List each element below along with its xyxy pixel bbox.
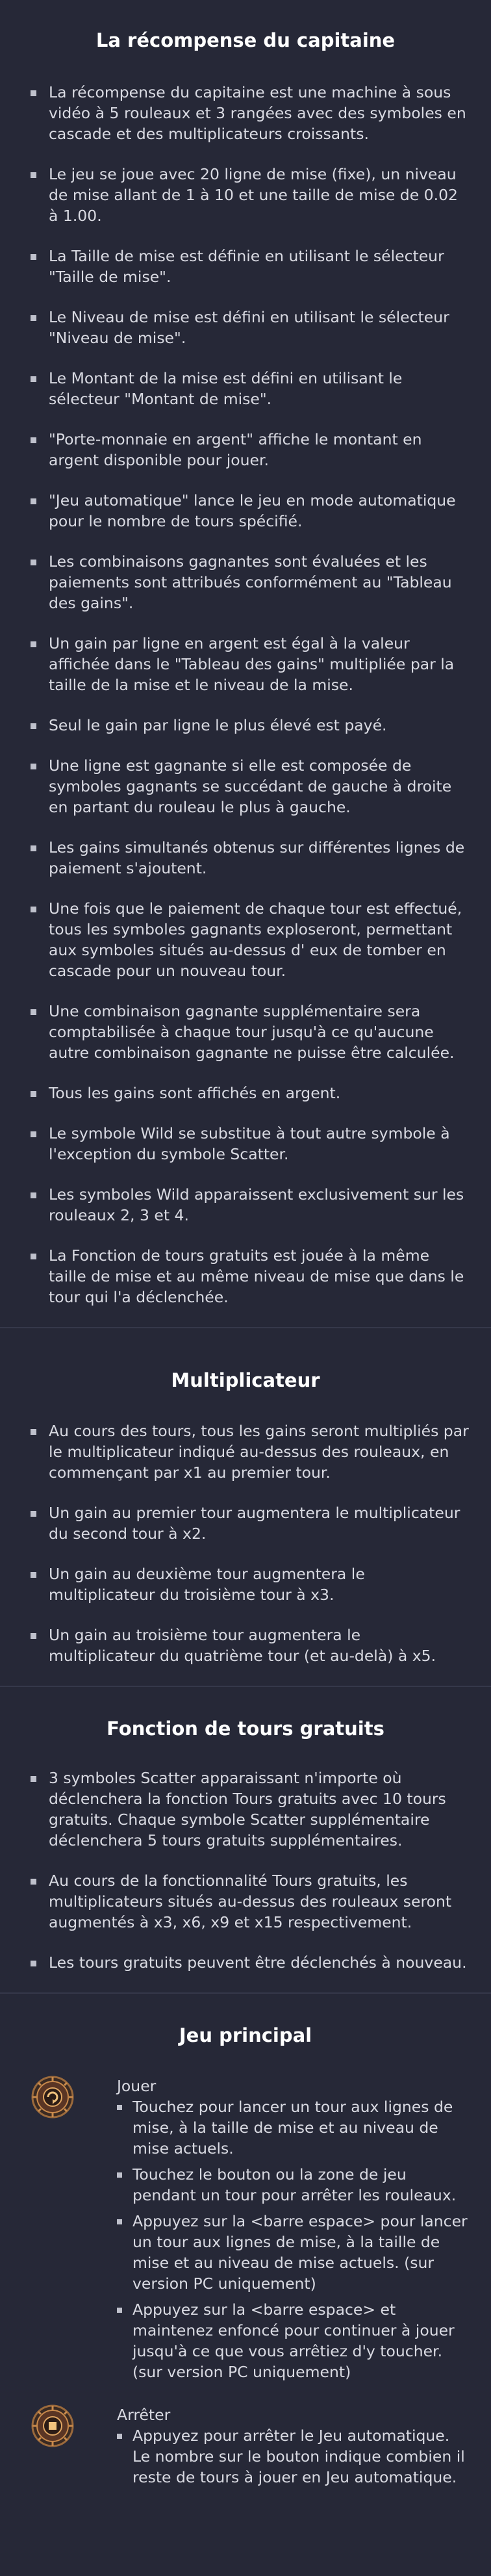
rule-item: Les tours gratuits peuvent être déclench… [0, 1952, 491, 1973]
rules-list: La récompense du capitaine est une machi… [0, 82, 491, 1307]
rules-list: 3 symboles Scatter apparaissant n'import… [0, 1768, 491, 1973]
rule-item: Appuyez sur la <barre espace> pour lance… [117, 2211, 472, 2294]
rule-item: La Fonction de tours gratuits est jouée … [0, 1245, 491, 1307]
feature-name: Jouer [117, 2077, 157, 2095]
rule-item: Les gains simultanés obtenus sur différe… [0, 837, 491, 879]
rule-item: Le Montant de la mise est défini en util… [0, 368, 491, 409]
section-multiplier: Multiplicateur Au cours des tours, tous … [0, 1328, 491, 1666]
rule-item: Le jeu se joue avec 20 ligne de mise (fi… [0, 164, 491, 226]
section-main-game: Jeu principal Jouer Touchez pour lancer … [0, 1994, 491, 2488]
feature-list: Touchez pour lancer un tour aux lignes d… [117, 2096, 472, 2382]
rule-item: Appuyez pour arrêter le Jeu automatique.… [117, 2425, 472, 2488]
rule-item: Tous les gains sont affichés en argent. [0, 1083, 491, 1103]
rule-item: Une combinaison gagnante supplémentaire … [0, 1001, 491, 1063]
section-title: Multiplicateur [171, 1369, 320, 1391]
rule-item: Touchez le bouton ou la zone de jeu pend… [117, 2164, 472, 2206]
feature-list: Appuyez pour arrêter le Jeu automatique.… [117, 2425, 472, 2488]
rule-item: Un gain par ligne en argent est égal à l… [0, 633, 491, 695]
rule-item: Au cours de la fonctionnalité Tours grat… [0, 1870, 491, 1933]
section-free-spins: Fonction de tours gratuits 3 symboles Sc… [0, 1687, 491, 1973]
rule-item: Une fois que le paiement de chaque tour … [0, 898, 491, 981]
rule-item: Le Niveau de mise est défini en utilisan… [0, 307, 491, 348]
spin-button-icon [31, 2076, 74, 2119]
rule-item: Appuyez sur la <barre espace> et mainten… [117, 2299, 472, 2382]
rule-item: Le symbole Wild se substitue à tout autr… [0, 1123, 491, 1165]
stop-button-icon [31, 2404, 74, 2447]
rule-item: La Taille de mise est définie en utilisa… [0, 246, 491, 287]
rule-item: 3 symboles Scatter apparaissant n'import… [0, 1768, 491, 1851]
rule-item: Les combinaisons gagnantes sont évaluées… [0, 551, 491, 613]
rule-item: Touchez pour lancer un tour aux lignes d… [117, 2096, 472, 2159]
rule-item: Une ligne est gagnante si elle est compo… [0, 755, 491, 818]
rule-item: Un gain au premier tour augmentera le mu… [0, 1502, 491, 1544]
rules-list: Au cours des tours, tous les gains seron… [0, 1421, 491, 1666]
rule-item: Les symboles Wild apparaissent exclusive… [0, 1184, 491, 1226]
section-title: Jeu principal [179, 2024, 312, 2046]
feature-stop: Arrêter Appuyez pour arrêter le Jeu auto… [0, 2404, 491, 2488]
feature-name: Arrêter [117, 2406, 171, 2424]
rule-item: Seul le gain par ligne le plus élevé est… [0, 715, 491, 736]
section-captain-reward: La récompense du capitaine La récompense… [0, 0, 491, 1307]
rule-item: "Porte-monnaie en argent" affiche le mon… [0, 429, 491, 470]
rule-item: Un gain au deuxième tour augmentera le m… [0, 1564, 491, 1605]
rule-item: La récompense du capitaine est une machi… [0, 82, 491, 144]
rule-item: Au cours des tours, tous les gains seron… [0, 1421, 491, 1483]
section-title: Fonction de tours gratuits [107, 1718, 384, 1740]
rule-item: "Jeu automatique" lance le jeu en mode a… [0, 490, 491, 532]
rule-item: Un gain au troisième tour augmentera le … [0, 1625, 491, 1666]
feature-play: Jouer Touchez pour lancer un tour aux li… [0, 2076, 491, 2382]
section-title: La récompense du capitaine [95, 29, 396, 51]
